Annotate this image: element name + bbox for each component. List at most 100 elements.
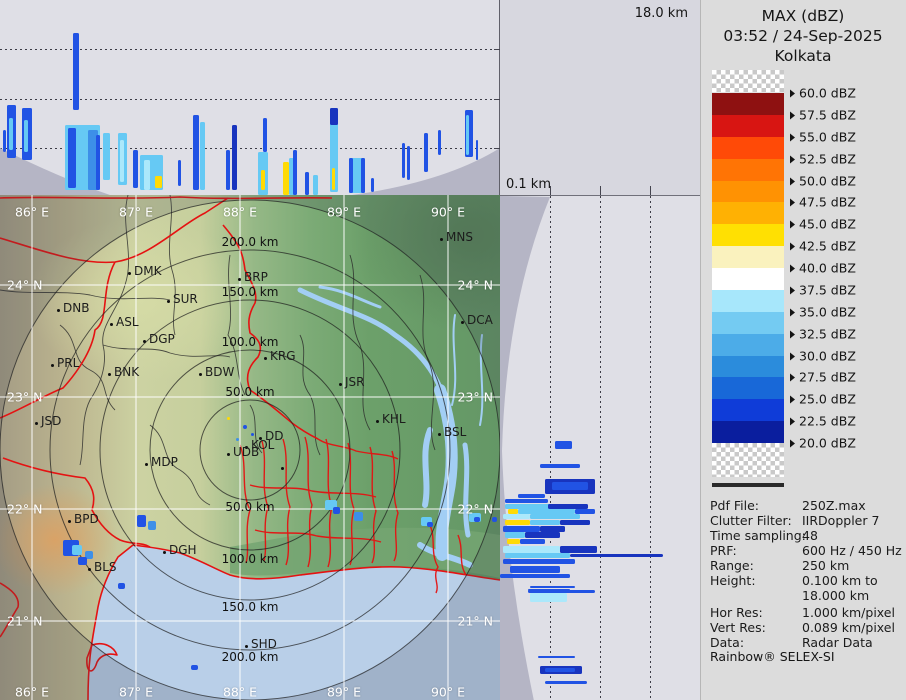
- metadata-value: 0.089 km/pixel: [802, 620, 895, 635]
- metadata-label: Time sampling:: [710, 528, 806, 543]
- echo-bar: [530, 586, 575, 588]
- longitude-label: 86° E: [15, 205, 49, 220]
- echo-bar: [530, 593, 567, 602]
- scale-arrow-icon: [790, 396, 795, 404]
- min-height-label: 0.1 km: [506, 177, 551, 192]
- echo-bar: [155, 176, 162, 188]
- dbz-swatch: [712, 137, 784, 159]
- dbz-swatch: [712, 115, 784, 137]
- axis-tick: [550, 186, 551, 195]
- latitude-label: 23° N: [7, 390, 42, 405]
- dbz-swatch: [712, 290, 784, 312]
- scale-arrow-icon: [790, 90, 795, 98]
- dbz-colorbar: [712, 70, 784, 477]
- metadata-label: Vert Res:: [710, 620, 766, 635]
- dbz-swatch: [712, 421, 784, 443]
- dbz-swatch: [712, 93, 784, 115]
- dbz-swatch: [712, 334, 784, 356]
- echo-bar: [293, 150, 297, 195]
- dbz-swatch: [712, 159, 784, 181]
- metadata-label: PRF:: [710, 543, 737, 558]
- profile-axis-corner: 18.0 km 0.1 km: [500, 0, 700, 195]
- scale-arrow-icon: [790, 177, 795, 185]
- echo-bar: [226, 150, 230, 190]
- echo-bar: [552, 482, 588, 490]
- dbz-scale-label: 47.5 dBZ: [790, 195, 856, 210]
- echo-bar: [466, 115, 469, 155]
- echo-bars-layer: [0, 0, 500, 195]
- metadata-value: 1.000 km/pixel: [802, 605, 895, 620]
- longitude-label: 88° E: [223, 205, 257, 220]
- echo-bar: [3, 130, 6, 152]
- echo-bar: [570, 554, 663, 557]
- metadata-label: Pdf File:: [710, 498, 759, 513]
- metadata-row: Range: 250 km: [710, 558, 902, 573]
- echo-bar: [525, 532, 560, 538]
- dbz-scale-label: 42.5 dBZ: [790, 239, 856, 254]
- echo-bar: [96, 135, 100, 190]
- dbz-swatch: [712, 246, 784, 268]
- metadata-label: Range:: [710, 558, 754, 573]
- latitude-label: 21° N: [458, 614, 493, 629]
- latitude-label: 24° N: [458, 278, 493, 293]
- dbz-scale-label: 37.5 dBZ: [790, 282, 856, 297]
- dbz-swatch-above-max: [712, 70, 784, 93]
- axis-tick: [600, 186, 601, 195]
- echo-bar: [560, 520, 590, 525]
- echo-bar: [193, 115, 199, 190]
- echo-bar: [503, 559, 575, 564]
- echo-bars-layer: [500, 196, 700, 700]
- dbz-scale-label: 52.5 dBZ: [790, 151, 856, 166]
- dbz-scale-label: 45.0 dBZ: [790, 217, 856, 232]
- echo-bar: [232, 125, 237, 190]
- scale-arrow-icon: [790, 155, 795, 163]
- echo-bar: [349, 158, 353, 193]
- echo-bar: [505, 499, 548, 503]
- metadata-row: Pdf File: 250Z.max: [710, 498, 902, 513]
- echo-bar: [424, 133, 428, 172]
- echo-bar: [178, 160, 181, 186]
- radar-map-panel[interactable]: 200.0 km150.0 km100.0 km50.0 km50.0 km10…: [0, 195, 500, 700]
- longitude-label: 90° E: [431, 685, 465, 700]
- radar-application-window: 18.0 km 0.1 km: [0, 0, 906, 700]
- scale-arrow-icon: [790, 352, 795, 360]
- metadata-value: 250 km: [802, 558, 849, 573]
- longitude-label: 87° E: [119, 205, 153, 220]
- scale-arrow-icon: [790, 418, 795, 426]
- echo-bar: [361, 158, 365, 193]
- longitude-label: 89° E: [327, 685, 361, 700]
- dbz-scale-label: 35.0 dBZ: [790, 304, 856, 319]
- scale-arrow-icon: [790, 330, 795, 338]
- metadata-value: 600 Hz / 450 Hz: [802, 543, 902, 558]
- metadata-value: 250Z.max: [802, 498, 866, 513]
- echo-bar: [120, 140, 124, 182]
- echo-bar: [510, 566, 560, 573]
- top-height-profile-panel: [0, 0, 500, 195]
- dbz-scale-label: 25.0 dBZ: [790, 392, 856, 407]
- echo-bar: [560, 546, 597, 553]
- echo-bar: [545, 668, 575, 672]
- metadata-value: Radar Data: [802, 635, 873, 650]
- echo-bar: [520, 539, 545, 544]
- echo-bar: [402, 143, 405, 178]
- metadata-value: 18.000 km: [802, 588, 869, 603]
- echo-bar: [505, 520, 530, 525]
- metadata-value: IIRDoppler 7: [802, 513, 879, 528]
- echo-bar: [540, 464, 580, 468]
- echo-bar: [545, 681, 587, 684]
- dbz-scale-label: 57.5 dBZ: [790, 107, 856, 122]
- echo-bar: [503, 546, 560, 553]
- echo-bar: [518, 494, 545, 498]
- echo-bar: [407, 146, 410, 180]
- scale-arrow-icon: [790, 286, 795, 294]
- scale-arrow-icon: [790, 199, 795, 207]
- metadata-row: PRF: 600 Hz / 450 Hz: [710, 543, 902, 558]
- metadata-label: Clutter Filter:: [710, 513, 792, 528]
- metadata-label: Height:: [710, 573, 756, 588]
- echo-bar: [538, 656, 575, 658]
- dbz-scale-label: 60.0 dBZ: [790, 86, 856, 101]
- dbz-scale-label: 20.0 dBZ: [790, 436, 856, 451]
- dbz-swatch: [712, 224, 784, 246]
- echo-bar: [507, 539, 520, 544]
- dbz-swatch: [712, 377, 784, 399]
